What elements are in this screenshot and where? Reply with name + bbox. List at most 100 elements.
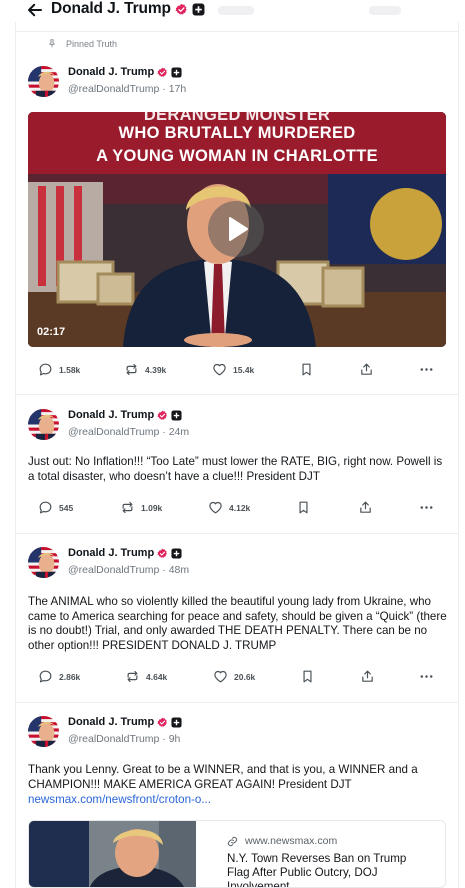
bookmark-icon	[300, 669, 315, 684]
truth-plus-badge-icon	[192, 3, 205, 16]
like-count: 15.4k	[233, 364, 255, 375]
avatar[interactable]	[28, 409, 59, 440]
reply-count: 545	[59, 502, 74, 513]
author-name[interactable]: Donald J. Trump	[68, 66, 182, 78]
post-actions: 1.58k 4.39k 15.4k	[38, 362, 448, 380]
share-button[interactable]	[360, 669, 375, 684]
back-arrow-icon[interactable]	[26, 1, 44, 19]
reply-icon	[38, 669, 53, 684]
heart-icon	[213, 669, 228, 684]
truth-plus-badge-icon	[171, 67, 182, 78]
more-options-button[interactable]	[419, 362, 434, 377]
retruth-button[interactable]: 4.64k	[125, 669, 167, 684]
divider	[16, 533, 458, 534]
divider	[16, 702, 458, 703]
heart-icon	[212, 362, 227, 377]
bookmark-icon	[299, 362, 314, 377]
reply-count: 2.86k	[59, 671, 81, 682]
link-preview-title: N.Y. Town Reverses Ban on Trump Flag Aft…	[227, 852, 407, 888]
truth-plus-badge-icon	[171, 717, 182, 728]
link-preview-image	[29, 821, 196, 887]
faded-tab-placeholder	[218, 6, 254, 15]
avatar[interactable]	[28, 66, 59, 97]
post-header: Donald J. Trump @realDonaldTrump · 48m	[28, 547, 446, 587]
link-icon	[227, 836, 238, 846]
handle-timestamp[interactable]: @realDonaldTrump · 24m	[68, 426, 189, 438]
play-icon	[229, 217, 248, 241]
bookmark-button[interactable]	[296, 500, 311, 515]
video-caption-line: WHO BRUTALLY MURDERED	[118, 124, 356, 142]
author-name[interactable]: Donald J. Trump	[68, 716, 182, 728]
link-preview-domain-text: www.newsmax.com	[245, 835, 338, 847]
link-preview-photo	[29, 821, 196, 887]
share-icon	[359, 362, 374, 377]
more-options-button[interactable]	[419, 500, 434, 515]
like-count: 4.12k	[229, 502, 251, 513]
bookmark-icon	[296, 500, 311, 515]
reply-count: 1.58k	[59, 364, 81, 375]
like-button[interactable]: 20.6k	[213, 669, 255, 684]
reply-button[interactable]: 2.86k	[38, 669, 80, 684]
more-options-icon	[419, 669, 434, 684]
handle-timestamp[interactable]: @realDonaldTrump · 9h	[68, 733, 180, 745]
retruth-count: 4.39k	[145, 364, 167, 375]
video-duration: 02:17	[37, 326, 66, 338]
post-text: Thank you Lenny. Great to be a WINNER, a…	[28, 763, 418, 791]
author-name-text[interactable]: Donald J. Trump	[68, 66, 154, 78]
retruth-icon	[125, 669, 140, 684]
feed-border-left	[15, 22, 16, 888]
post-link[interactable]: newsmax.com/newsfront/croton-o...	[28, 793, 211, 806]
author-name[interactable]: Donald J. Trump	[68, 547, 182, 559]
reply-icon	[38, 500, 53, 515]
divider	[16, 394, 458, 395]
reply-icon	[38, 362, 53, 377]
handle-timestamp[interactable]: @realDonaldTrump · 17h	[68, 83, 186, 95]
retruth-icon	[124, 362, 139, 377]
share-button[interactable]	[358, 500, 373, 515]
page-title-text: Donald J. Trump	[51, 0, 171, 17]
play-button[interactable]	[208, 201, 264, 257]
page-title: Donald J. Trump	[51, 0, 205, 18]
link-preview-card[interactable]: www.newsmax.com N.Y. Town Reverses Ban o…	[28, 820, 446, 888]
handle-timestamp[interactable]: @realDonaldTrump · 48m	[68, 564, 189, 576]
verified-badge-icon	[157, 67, 168, 78]
more-options-button[interactable]	[419, 669, 434, 684]
truth-plus-badge-icon	[171, 548, 182, 559]
heart-icon	[208, 500, 223, 515]
bookmark-button[interactable]	[299, 362, 314, 377]
more-options-icon	[419, 500, 434, 515]
verified-badge-icon	[157, 717, 168, 728]
author-name-text[interactable]: Donald J. Trump	[68, 409, 154, 421]
share-icon	[360, 669, 375, 684]
like-count: 20.6k	[234, 671, 256, 682]
post-header: Donald J. Trump @realDonaldTrump · 24m	[28, 409, 446, 449]
pin-icon	[49, 39, 55, 48]
retruth-button[interactable]: 1.09k	[120, 500, 162, 515]
post-text: The ANIMAL who so violently killed the b…	[28, 595, 447, 652]
reply-button[interactable]: 1.58k	[38, 362, 80, 377]
like-button[interactable]: 4.12k	[208, 500, 250, 515]
faded-tab-placeholder	[369, 6, 401, 15]
avatar[interactable]	[28, 716, 59, 747]
post-header: Donald J. Trump @realDonaldTrump · 17h	[28, 66, 446, 106]
share-button[interactable]	[359, 362, 374, 377]
retruth-count: 1.09k	[141, 502, 163, 513]
author-name-text[interactable]: Donald J. Trump	[68, 716, 154, 728]
bookmark-button[interactable]	[300, 669, 315, 684]
avatar[interactable]	[28, 547, 59, 578]
retruth-button[interactable]: 4.39k	[124, 362, 166, 377]
video-caption-line: A YOUNG WOMAN IN CHARLOTTE	[96, 147, 378, 165]
verified-badge-icon	[175, 3, 188, 16]
share-icon	[358, 500, 373, 515]
video-player[interactable]: DERANGED MONSTER WHO BRUTALLY MURDERED A…	[28, 112, 446, 347]
post-actions: 545 1.09k 4.12k	[38, 500, 448, 518]
top-bar: Donald J. Trump	[0, 0, 465, 22]
author-name[interactable]: Donald J. Trump	[68, 409, 182, 421]
author-name-text[interactable]: Donald J. Trump	[68, 547, 154, 559]
truth-plus-badge-icon	[171, 410, 182, 421]
like-button[interactable]: 15.4k	[212, 362, 254, 377]
more-options-icon	[419, 362, 434, 377]
reply-button[interactable]: 545	[38, 500, 73, 515]
link-preview-domain: www.newsmax.com	[227, 835, 337, 847]
verified-badge-icon	[157, 548, 168, 559]
